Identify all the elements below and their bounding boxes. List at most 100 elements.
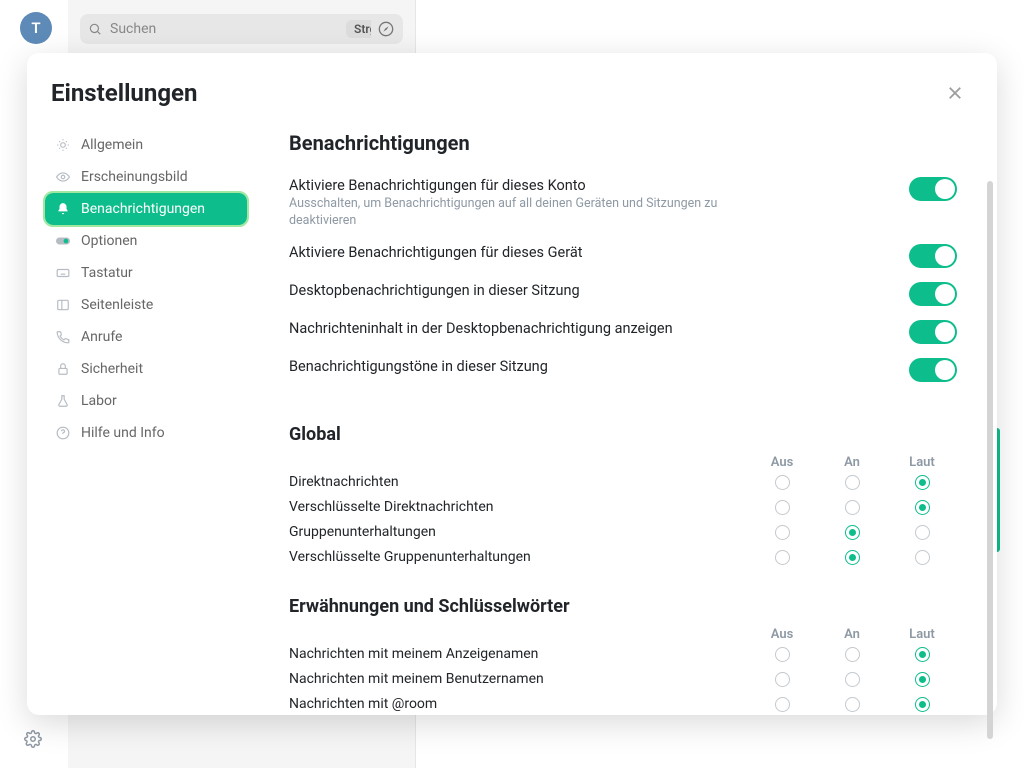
radio-on[interactable] [845,647,860,662]
radio-off[interactable] [775,647,790,662]
sun-icon [55,137,71,153]
toggle-switch[interactable] [909,282,957,306]
radio-loud[interactable] [915,500,930,515]
radio-row-label: Nachrichten mit @room [289,696,747,712]
nav-item-label: Optionen [81,233,137,249]
toggle-label: Aktiviere Benachrichtigungen für dieses … [289,177,885,194]
nav-item-benachrichtigungen[interactable]: Benachrichtigungen [45,193,247,225]
radio-row: Nachrichten mit meinem Anzeigenamen [289,642,957,667]
phone-icon [55,329,71,345]
toggle-row: Aktiviere Benachrichtigungen für dieses … [289,177,957,230]
settings-modal: Einstellungen Allgemein Erscheinungsbild B… [27,53,997,715]
toggle-switch[interactable] [909,358,957,382]
radio-off[interactable] [775,525,790,540]
toggle-switch[interactable] [909,320,957,344]
toggle-icon [55,233,71,249]
toggle-switch[interactable] [909,244,957,268]
nav-item-label: Labor [81,393,117,409]
radio-row: Nachrichten mit @room [289,692,957,715]
nav-item-label: Hilfe und Info [81,425,165,441]
settings-content: Benachrichtigungen Aktiviere Benachricht… [259,121,997,715]
keyboard-icon [55,265,71,281]
radio-on[interactable] [845,500,860,515]
nav-item-label: Anrufe [81,329,122,345]
radio-on[interactable] [845,475,860,490]
radio-loud[interactable] [915,697,930,712]
radio-off[interactable] [775,475,790,490]
radio-off[interactable] [775,500,790,515]
scrollbar[interactable] [987,181,993,739]
toggle-label: Desktopbenachrichtigungen in dieser Sitz… [289,282,885,299]
radio-loud[interactable] [915,475,930,490]
radio-row: Verschlüsselte Direktnachrichten [289,495,957,520]
nav-item-label: Allgemein [81,137,143,153]
radio-row: Nachrichten mit meinem Benutzernamen [289,667,957,692]
toggle-label: Benachrichtigungstöne in dieser Sitzung [289,358,885,375]
nav-item-erscheinungsbild[interactable]: Erscheinungsbild [45,161,247,193]
toggle-label: Aktiviere Benachrichtigungen für dieses … [289,244,885,261]
content-heading: Benachrichtigungen [289,131,957,155]
radio-row: Verschlüsselte Gruppenunterhaltungen [289,545,957,570]
nav-item-optionen[interactable]: Optionen [45,225,247,257]
search-placeholder: Suchen [110,21,346,37]
toggle-row: Desktopbenachrichtigungen in dieser Sitz… [289,282,957,306]
radio-loud[interactable] [915,550,930,565]
toggle-description: Ausschalten, um Benachrichtigungen auf a… [289,196,729,230]
nav-item-hilfe-und-info[interactable]: Hilfe und Info [45,417,247,449]
search-input[interactable]: Suchen Strg K [80,14,403,44]
sidebar-icon [55,297,71,313]
close-button[interactable] [943,81,967,105]
modal-title: Einstellungen [51,79,943,107]
radio-row-label: Direktnachrichten [289,474,747,490]
column-header-loud: Laut [887,455,957,470]
nav-item-label: Tastatur [81,265,133,281]
column-header-on: An [817,455,887,470]
gear-icon[interactable] [24,730,42,748]
radio-row: Direktnachrichten [289,470,957,495]
nav-item-label: Seitenleiste [81,297,153,313]
bell-icon [55,201,71,217]
search-icon [88,22,102,36]
radio-loud[interactable] [915,672,930,687]
radio-off[interactable] [775,697,790,712]
radio-row: Gruppenunterhaltungen [289,520,957,545]
nav-item-seitenleiste[interactable]: Seitenleiste [45,289,247,321]
nav-item-allgemein[interactable]: Allgemein [45,129,247,161]
toggle-row: Aktiviere Benachrichtigungen für dieses … [289,244,957,268]
radio-on[interactable] [845,525,860,540]
toggle-row: Nachrichteninhalt in der Desktopbenachri… [289,320,957,344]
flask-icon [55,393,71,409]
toggle-label: Nachrichteninhalt in der Desktopbenachri… [289,320,885,337]
column-header-loud: Laut [887,627,957,642]
avatar[interactable]: T [20,12,52,44]
column-header-on: An [817,627,887,642]
radio-row-label: Verschlüsselte Direktnachrichten [289,499,747,515]
global-section-title: Global [289,424,957,445]
nav-item-anrufe[interactable]: Anrufe [45,321,247,353]
radio-on[interactable] [845,550,860,565]
toggle-row: Benachrichtigungstöne in dieser Sitzung [289,358,957,382]
radio-row-label: Verschlüsselte Gruppenunterhaltungen [289,549,747,565]
radio-loud[interactable] [915,525,930,540]
settings-nav: Allgemein Erscheinungsbild Benachrichtigun… [27,121,259,715]
radio-on[interactable] [845,672,860,687]
lock-icon [55,361,71,377]
radio-off[interactable] [775,672,790,687]
radio-row-label: Nachrichten mit meinem Benutzernamen [289,671,747,687]
radio-row-label: Nachrichten mit meinem Anzeigenamen [289,646,747,662]
eye-icon [55,169,71,185]
nav-item-label: Benachrichtigungen [81,201,205,217]
nav-item-tastatur[interactable]: Tastatur [45,257,247,289]
radio-on[interactable] [845,697,860,712]
nav-item-label: Sicherheit [81,361,143,377]
nav-item-label: Erscheinungsbild [81,169,188,185]
radio-off[interactable] [775,550,790,565]
explore-button[interactable] [371,14,401,44]
column-header-off: Aus [747,627,817,642]
column-header-off: Aus [747,455,817,470]
toggle-switch[interactable] [909,177,957,201]
nav-item-sicherheit[interactable]: Sicherheit [45,353,247,385]
radio-loud[interactable] [915,647,930,662]
nav-item-labor[interactable]: Labor [45,385,247,417]
help-icon [55,425,71,441]
